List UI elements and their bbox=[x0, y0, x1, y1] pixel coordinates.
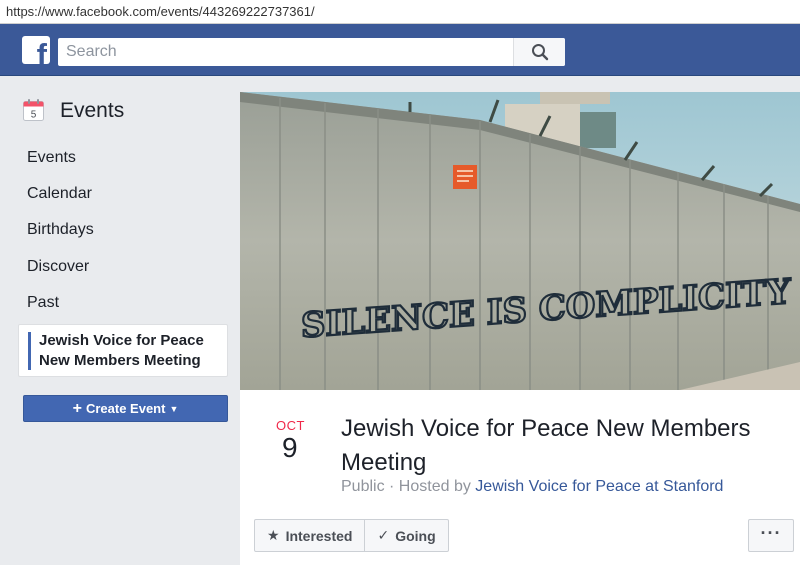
going-button[interactable]: ✓ Going bbox=[364, 520, 447, 551]
star-icon: ★ bbox=[267, 527, 280, 543]
event-privacy: Public bbox=[341, 478, 385, 495]
search-input[interactable] bbox=[58, 38, 513, 66]
sidebar-item-discover[interactable]: Discover bbox=[27, 258, 89, 276]
current-event-label-line1: Jewish Voice for Peace bbox=[39, 332, 204, 349]
calendar-icon-day: 5 bbox=[31, 110, 37, 121]
events-sidebar: 5 Events Events Calendar Birthdays Disco… bbox=[0, 77, 240, 565]
more-options-button[interactable]: ··· bbox=[748, 519, 794, 552]
calendar-icon: 5 bbox=[23, 99, 44, 121]
selected-indicator bbox=[28, 332, 31, 370]
search-button[interactable] bbox=[513, 38, 565, 66]
sidebar-item-current-event[interactable]: Jewish Voice for Peace New Members Meeti… bbox=[18, 324, 228, 377]
create-event-label: Create Event bbox=[85, 401, 166, 416]
create-event-button[interactable]: + Create Event ▼ bbox=[23, 395, 228, 422]
event-host-link[interactable]: Jewish Voice for Peace at Stanford bbox=[475, 478, 723, 495]
current-event-label-line2: New Members Meeting bbox=[39, 352, 201, 369]
url-text[interactable]: https://www.facebook.com/events/44326922… bbox=[6, 4, 315, 19]
sidebar-item-events[interactable]: Events bbox=[27, 149, 76, 167]
top-navigation-bar: f bbox=[0, 24, 800, 76]
sidebar-title: Events bbox=[60, 99, 125, 122]
more-options-icon: ··· bbox=[760, 523, 782, 543]
sidebar-item-birthdays[interactable]: Birthdays bbox=[27, 221, 94, 239]
search-bar bbox=[58, 38, 565, 66]
caret-down-icon: ▼ bbox=[169, 404, 179, 414]
facebook-logo-icon[interactable]: f bbox=[22, 36, 50, 64]
event-date-day: 9 bbox=[282, 432, 298, 463]
interested-label: Interested bbox=[285, 527, 353, 544]
facebook-logo-letter: f bbox=[36, 37, 47, 64]
interested-button[interactable]: ★ Interested bbox=[255, 520, 364, 551]
event-title: Jewish Voice for Peace New Members Meeti… bbox=[341, 415, 751, 476]
checkmark-icon: ✓ bbox=[377, 527, 390, 543]
event-meta: Public · Hosted by Jewish Voice for Peac… bbox=[341, 478, 723, 496]
plus-icon: + bbox=[72, 400, 82, 417]
sidebar-item-past[interactable]: Past bbox=[27, 294, 59, 312]
rsvp-button-group: ★ Interested ✓ Going bbox=[254, 519, 449, 552]
going-label: Going bbox=[395, 527, 436, 544]
sidebar-item-current-event-label: Jewish Voice for Peace New Members Meeti… bbox=[39, 331, 229, 371]
event-main-content: SILENCE IS COMPLICITY OCT 9 Jewish Voice… bbox=[240, 92, 800, 565]
browser-url-bar[interactable]: https://www.facebook.com/events/44326922… bbox=[0, 0, 800, 24]
cover-photo-image: SILENCE IS COMPLICITY bbox=[240, 92, 800, 390]
event-date-month: OCT bbox=[276, 418, 305, 433]
event-cover-photo[interactable]: SILENCE IS COMPLICITY bbox=[240, 92, 800, 390]
event-info-panel: OCT 9 Jewish Voice for Peace New Members… bbox=[240, 390, 800, 565]
hosted-by-label: · Hosted by bbox=[389, 478, 471, 495]
search-icon bbox=[532, 44, 549, 61]
sidebar-item-calendar[interactable]: Calendar bbox=[27, 185, 92, 203]
